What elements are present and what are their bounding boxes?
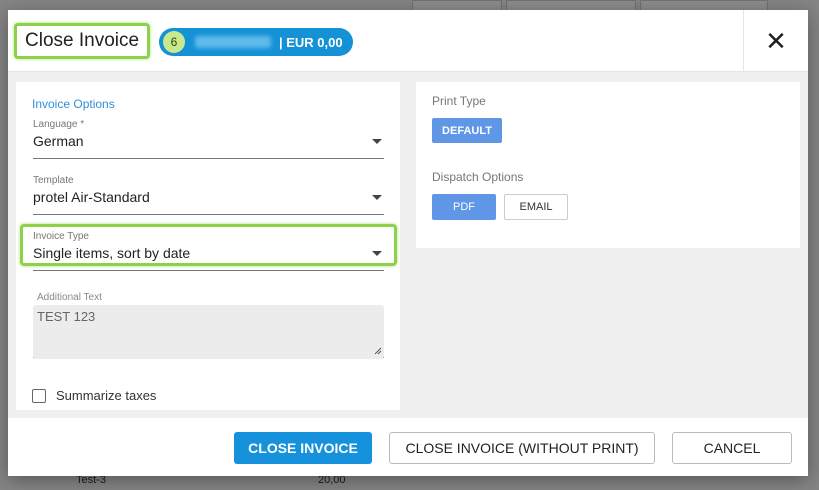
guest-balance-pill[interactable]: 6 | EUR 0,00	[159, 28, 353, 56]
guest-name-blurred	[195, 36, 271, 48]
summarize-taxes-checkbox[interactable]	[32, 388, 46, 403]
template-select[interactable]: Template protel Air-Standard	[33, 175, 384, 215]
additional-text-label: Additional Text	[37, 292, 102, 303]
invoice-type-select[interactable]: Invoice Type Single items, sort by date	[33, 231, 384, 271]
dispatch-email-button[interactable]: EMAIL	[504, 194, 568, 220]
summarize-taxes-label: Summarize taxes	[56, 388, 157, 403]
invoice-options-card: Invoice Options Language * German Templa…	[16, 82, 400, 410]
section-title: Invoice Options	[32, 97, 115, 111]
language-value: German	[33, 133, 84, 149]
dialog-title: Close Invoice	[14, 23, 150, 59]
invoice-type-label: Invoice Type	[33, 231, 89, 242]
close-invoice-button[interactable]: CLOSE INVOICE	[234, 432, 372, 464]
print-type-label: Print Type	[432, 94, 486, 108]
balance-amount: | EUR 0,00	[279, 34, 343, 50]
resize-grip-icon[interactable]	[374, 347, 382, 355]
template-value: protel Air-Standard	[33, 189, 150, 205]
chevron-down-icon	[372, 251, 382, 256]
additional-text-field: Additional Text TEST 123	[33, 292, 384, 359]
close-icon: ✕	[765, 25, 787, 56]
dispatch-pdf-button[interactable]: PDF	[432, 194, 496, 220]
guest-count-badge: 6	[163, 31, 185, 53]
language-select[interactable]: Language * German	[33, 119, 384, 159]
chevron-down-icon	[372, 139, 382, 144]
additional-text-input[interactable]: TEST 123	[33, 305, 384, 359]
template-label: Template	[33, 175, 74, 186]
language-label: Language *	[33, 119, 85, 130]
dialog-header: Close Invoice 6 | EUR 0,00 ✕	[8, 10, 808, 72]
dialog-body: Invoice Options Language * German Templa…	[8, 72, 808, 418]
print-type-default-button[interactable]: DEFAULT	[432, 118, 502, 143]
summarize-taxes-row[interactable]: Summarize taxes	[32, 388, 156, 403]
close-dialog-button[interactable]: ✕	[743, 10, 808, 72]
chevron-down-icon	[372, 195, 382, 200]
close-invoice-dialog: Close Invoice 6 | EUR 0,00 ✕ Invoice Opt…	[8, 10, 808, 476]
cancel-button[interactable]: CANCEL	[672, 432, 792, 464]
close-invoice-without-print-button[interactable]: CLOSE INVOICE (WITHOUT PRINT)	[389, 432, 655, 464]
invoice-type-value: Single items, sort by date	[33, 245, 191, 261]
dialog-footer: CLOSE INVOICE CLOSE INVOICE (WITHOUT PRI…	[8, 418, 808, 476]
print-options-card: Print Type DEFAULT Dispatch Options PDF …	[416, 82, 800, 248]
dispatch-options-label: Dispatch Options	[432, 170, 524, 184]
